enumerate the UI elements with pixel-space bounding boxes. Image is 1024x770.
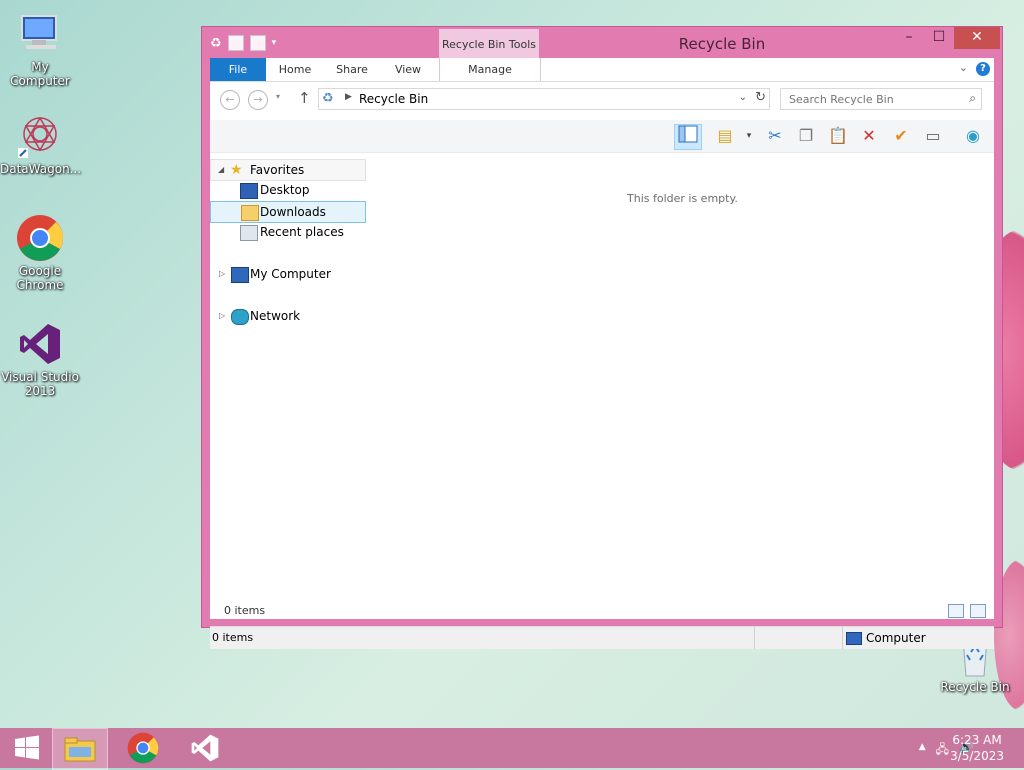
status-location: Computer [866,631,926,645]
taskbar: ▲ 🖧 🔊 6:23 AM 3/5/2023 [0,728,1024,770]
search-input[interactable] [787,92,961,107]
network-status-icon[interactable]: 🖧 [936,740,949,761]
delete-icon[interactable]: ✕ [856,124,882,148]
address-dropdown-icon[interactable]: ⌄ [739,92,747,103]
start-button[interactable] [0,728,54,768]
empty-folder-message: This folder is empty. [627,192,738,205]
desktop-icon-datawagon[interactable]: DataWagon... [0,112,81,176]
recycle-bin-small-icon: ♻ [322,91,334,106]
desktop-icon [240,183,258,199]
tab-share[interactable]: Share [324,58,380,81]
nav-desktop[interactable]: Desktop [210,180,366,200]
close-button[interactable]: ✕ [954,27,1000,49]
window-client: File Home Share View Manage ⌄ ? ← → ▾ ↑ … [210,58,994,649]
command-toolbar: ▤ ▾ ✂ ❐ 📋 ✕ ✔ ▭ ◉ [210,120,994,153]
details-view-icon[interactable] [948,604,964,618]
nav-network[interactable]: ▷ Network [210,306,366,326]
minimize-button[interactable]: – [894,27,924,49]
paste-icon[interactable]: 📋 [825,124,851,148]
clock[interactable]: 6:23 AM 3/5/2023 [950,732,1004,764]
forward-button[interactable]: → [248,90,268,110]
windows-logo-icon [15,735,39,760]
nav-favorites[interactable]: ◢ ★ Favorites [210,159,366,181]
status-divider [754,627,755,649]
star-icon: ★ [230,162,243,178]
visual-studio-icon [191,734,219,762]
large-icons-view-icon[interactable] [970,604,986,618]
nav-recent-places[interactable]: Recent places [210,222,366,242]
search-box[interactable]: ⌕ [780,88,982,110]
checkmark-icon[interactable]: ✔ [888,124,914,148]
taskbar-file-explorer[interactable] [52,728,108,770]
clock-date: 3/5/2023 [950,749,1004,763]
copy-icon[interactable]: ❐ [793,124,819,148]
tab-manage[interactable]: Manage [439,58,541,81]
status-bar: 0 items Computer [210,626,994,649]
collapse-arrow-icon[interactable]: ◢ [218,160,224,180]
computer-icon [16,10,64,58]
view-switcher [948,604,988,618]
tab-view[interactable]: View [380,58,436,81]
chrome-icon [16,214,64,262]
title-bar[interactable]: ♻ ▾ Recycle Bin Tools Recycle Bin – ☐ ✕ [202,27,1002,59]
nav-downloads[interactable]: Downloads [210,201,366,223]
up-button[interactable]: ↑ [298,89,311,107]
globe-icon[interactable]: ◉ [960,124,986,148]
navigation-pane-icon[interactable] [674,124,702,150]
cut-icon[interactable]: ✂ [762,124,788,148]
folder-options-icon[interactable]: ▤ [712,124,738,148]
folder-options-dropdown-icon[interactable]: ▾ [736,124,762,148]
rename-icon[interactable]: ▭ [920,124,946,148]
breadcrumb-chevron-icon[interactable]: ▶ [345,92,352,102]
navigation-pane: ◢ ★ Favorites Desktop Downloads Recent p… [210,153,368,593]
expand-arrow-icon[interactable]: ▷ [219,264,225,284]
downloads-folder-icon [241,205,259,221]
computer-icon [846,632,862,645]
address-bar[interactable]: ♻ ▶ Recycle Bin ⌄ ↻ [318,88,770,110]
recent-places-icon [240,225,258,241]
maximize-button[interactable]: ☐ [924,27,954,49]
desktop-icon-chrome[interactable]: Google Chrome [0,214,80,292]
taskbar-chrome[interactable] [116,728,170,768]
show-hidden-icons-icon[interactable]: ▲ [919,742,926,761]
navigation-bar: ← → ▾ ↑ ♻ ▶ Recycle Bin ⌄ ↻ ⌕ [210,82,994,119]
file-explorer-icon [64,737,96,762]
recent-locations-icon[interactable]: ▾ [276,92,280,101]
ribbon-tabs: File Home Share View Manage ⌄ ? [210,58,994,82]
search-icon[interactable]: ⌕ [969,91,976,106]
refresh-icon[interactable]: ↻ [755,90,766,105]
status-divider [842,627,843,649]
tab-home[interactable]: Home [268,58,322,81]
taskbar-visual-studio[interactable] [178,728,232,768]
expand-ribbon-icon[interactable]: ⌄ [959,61,968,74]
chrome-icon [127,732,159,764]
visual-studio-icon [16,320,64,368]
computer-icon [231,267,249,283]
network-icon [231,309,249,325]
status-item-count: 0 items [212,631,254,644]
window-title: Recycle Bin [678,35,766,53]
help-icon[interactable]: ? [976,62,990,76]
item-count: 0 items [224,604,266,617]
back-button[interactable]: ← [220,90,240,110]
datawagon-icon [16,112,64,160]
expand-arrow-icon[interactable]: ▷ [219,306,225,326]
desktop-icon-visual-studio[interactable]: Visual Studio 2013 [0,320,80,398]
breadcrumb-recycle-bin[interactable]: Recycle Bin [359,92,428,106]
desktop-icon-my-computer[interactable]: My Computer [0,10,80,88]
nav-my-computer[interactable]: ▷ My Computer [210,264,366,284]
clock-time: 6:23 AM [952,733,1002,747]
explorer-window[interactable]: ♻ ▾ Recycle Bin Tools Recycle Bin – ☐ ✕ … [202,27,1002,649]
tab-file[interactable]: File [210,58,266,81]
